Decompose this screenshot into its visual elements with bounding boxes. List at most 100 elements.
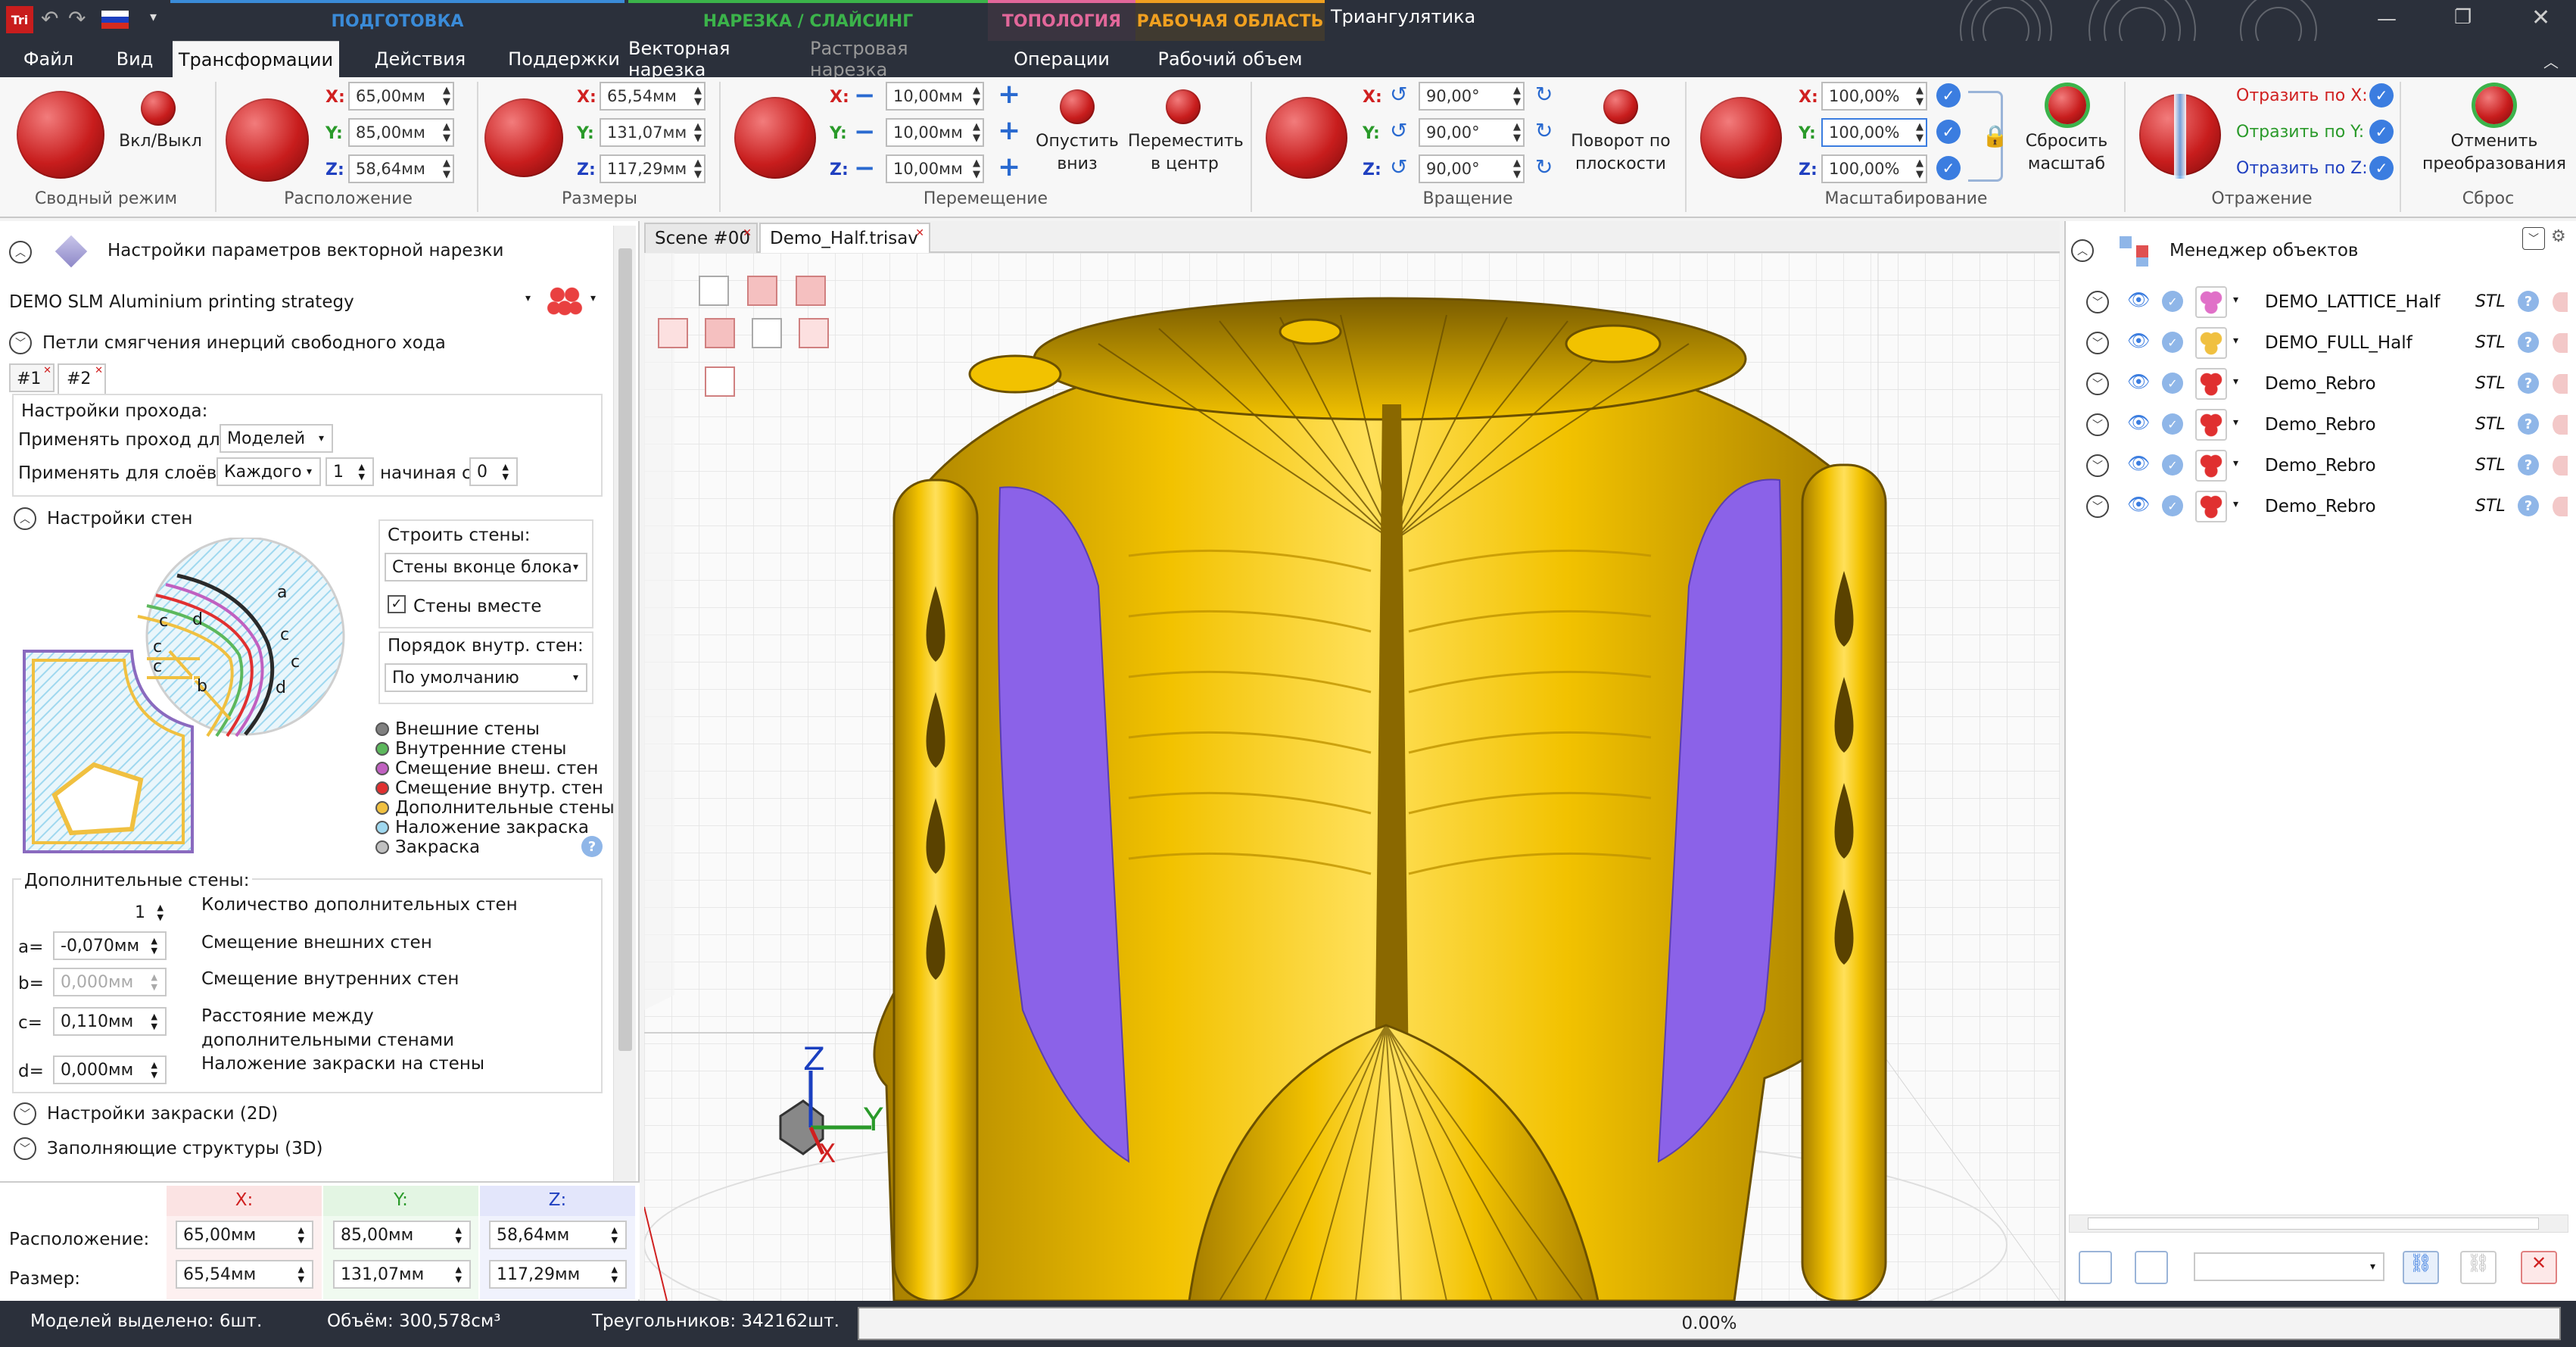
object-row[interactable]: ﹀ 👁 ✓ ▾ Demo_Rebro STL? [2074, 489, 2568, 527]
redo-icon[interactable]: ↷ [68, 6, 86, 31]
close-tab-icon[interactable]: ✕ [915, 227, 924, 239]
fill-3d-label[interactable]: Заполняющие структуры (3D) [47, 1139, 322, 1158]
language-flag-icon[interactable] [101, 11, 129, 29]
cancel-transformations-button[interactable]: Отменить преобразования [2415, 130, 2574, 176]
position-z-input[interactable]: 58,64мм ▲ ▼ [348, 154, 454, 183]
rotate-y-ccw-icon[interactable]: ↺ [1390, 118, 1407, 143]
menu-transforms[interactable]: Трансформации [173, 41, 339, 77]
object-expand-icon[interactable]: ﹀ [2086, 454, 2109, 477]
view-cube-bottom[interactable] [705, 366, 735, 397]
table-pos-x-input[interactable]: 65,00мм ▲ ▼ [176, 1221, 313, 1249]
view-cube-back[interactable] [705, 318, 735, 348]
menu-actions[interactable]: Действия [348, 41, 492, 77]
scale-x-lock-check-icon[interactable]: ✓ [1936, 83, 1961, 108]
inner-offset-input[interactable]: 0,000мм ▲ ▼ [53, 968, 167, 996]
object-expand-icon[interactable]: ﹀ [2086, 495, 2109, 518]
scale-z-lock-check-icon[interactable]: ✓ [1936, 156, 1961, 180]
object-remove-icon[interactable] [2553, 333, 2568, 353]
object-filter-select[interactable]: ▾ [2194, 1252, 2384, 1281]
visibility-eye-icon[interactable]: 👁 [2127, 371, 2150, 392]
menu-file[interactable]: Файл [0, 41, 97, 77]
rotate-z-input[interactable]: 90,00° ▲ ▼ [1419, 154, 1525, 183]
cancel-transform-icon[interactable] [2475, 86, 2513, 124]
strategy-select[interactable]: DEMO SLM Aluminium printing strategy [9, 292, 539, 312]
close-icon[interactable]: ✕ [2531, 5, 2550, 31]
unlink-objects-icon[interactable]: ⛓ [2460, 1251, 2497, 1284]
visibility-eye-icon[interactable]: 👁 [2127, 453, 2150, 474]
section-inertia-collapse-icon[interactable]: ﹀ [9, 332, 32, 354]
object-row[interactable]: ﹀ 👁 ✓ ▾ Demo_Rebro STL? [2074, 366, 2568, 404]
rotate-by-plane-button[interactable]: Поворот по плоскости [1564, 130, 1677, 176]
object-remove-icon[interactable] [2553, 374, 2568, 394]
object-help-icon[interactable]: ? [2518, 373, 2539, 394]
object-help-icon[interactable]: ? [2518, 454, 2539, 476]
move-y-step-input[interactable]: 10,00мм ▲ ▼ [886, 118, 984, 147]
scale-y-input[interactable]: 100,00% ▲ ▼ [1821, 118, 1927, 147]
object-remove-icon[interactable] [2553, 292, 2568, 312]
mirror-x-check-icon[interactable]: ✓ [2369, 83, 2394, 108]
3d-viewport[interactable]: Z Y X [643, 252, 2060, 1347]
view-cube-left[interactable] [658, 318, 688, 348]
size-x-input[interactable]: 65,54мм ▲ ▼ [600, 82, 706, 111]
toggle-mode-icon[interactable] [141, 91, 176, 126]
legend-help-icon[interactable]: ? [581, 836, 603, 857]
object-expand-icon[interactable]: ﹀ [2086, 413, 2109, 436]
visibility-eye-icon[interactable]: 👁 [2127, 330, 2150, 351]
rotate-x-cw-icon[interactable]: ↻ [1535, 82, 1553, 107]
object-name[interactable]: Demo_Rebro [2265, 497, 2376, 516]
object-material-icon[interactable] [2195, 409, 2227, 441]
pass-tab-2[interactable]: #2 ✕ [58, 363, 106, 394]
rotate-y-input[interactable]: 90,00° ▲ ▼ [1419, 118, 1525, 147]
fill-2d-collapse-icon[interactable]: ﹀ [14, 1102, 36, 1125]
panel-collapse-icon[interactable]: ︿ [9, 241, 32, 263]
object-remove-icon[interactable] [2553, 456, 2568, 476]
reset-scale-button[interactable]: Сбросить масштаб [2014, 130, 2120, 176]
rotate-z-cw-icon[interactable]: ↻ [1535, 154, 1553, 179]
move-y-minus-icon[interactable]: − [854, 117, 876, 147]
strategy-menu-icon[interactable]: ▾ [590, 292, 596, 304]
object-help-icon[interactable]: ? [2518, 413, 2539, 435]
fill-3d-collapse-icon[interactable]: ﹀ [14, 1137, 36, 1160]
axis-gizmo[interactable]: Z Y X [750, 1040, 886, 1177]
context-tab-workarea[interactable]: РАБОЧАЯ ОБЛАСТЬ [1135, 0, 1325, 41]
object-enabled-check-icon[interactable]: ✓ [2162, 373, 2183, 394]
object-material-icon[interactable] [2195, 327, 2227, 359]
object-material-dropdown-icon[interactable]: ▾ [2233, 498, 2238, 510]
context-tab-slicing[interactable]: НАРЕЗКА / СЛАЙСИНГ [628, 0, 988, 41]
select-bounds-icon[interactable] [2135, 1251, 2168, 1284]
object-enabled-check-icon[interactable]: ✓ [2162, 332, 2183, 353]
object-name[interactable]: DEMO_LATTICE_Half [2265, 292, 2440, 312]
toggle-mode-button[interactable]: Вкл/Выкл [115, 130, 206, 153]
move-z-plus-icon[interactable]: + [998, 151, 1020, 182]
object-expand-icon[interactable]: ﹀ [2086, 332, 2109, 354]
fill-2d-label[interactable]: Настройки закраски (2D) [47, 1104, 278, 1124]
object-name[interactable]: Demo_Rebro [2265, 415, 2376, 435]
object-material-icon[interactable] [2195, 368, 2227, 400]
context-tab-topology[interactable]: ТОПОЛОГИЯ [988, 0, 1135, 41]
drop-down-button[interactable]: Опустить вниз [1029, 130, 1125, 176]
proportional-lock-icon[interactable]: 🔒 [1968, 91, 2008, 182]
tab-scene[interactable]: Scene #00 ✕ [644, 223, 758, 253]
object-name[interactable]: DEMO_FULL_Half [2265, 333, 2412, 353]
table-size-x-input[interactable]: 65,54мм ▲ ▼ [176, 1260, 313, 1289]
extra-count-input[interactable]: 1 ▲ ▼ [121, 898, 168, 927]
visibility-eye-icon[interactable]: 👁 [2127, 289, 2150, 310]
object-enabled-check-icon[interactable]: ✓ [2162, 291, 2183, 312]
rotate-y-cw-icon[interactable]: ↻ [1535, 118, 1553, 143]
object-material-icon[interactable] [2195, 491, 2227, 522]
scale-x-input[interactable]: 100,00% ▲ ▼ [1821, 82, 1927, 111]
apply-pass-select[interactable]: Моделей ▾ [220, 424, 333, 453]
move-x-plus-icon[interactable]: + [998, 79, 1020, 110]
table-size-z-input[interactable]: 117,29мм ▲ ▼ [489, 1260, 627, 1289]
object-material-icon[interactable] [2195, 450, 2227, 482]
move-y-plus-icon[interactable]: + [998, 115, 1020, 146]
link-objects-icon[interactable]: ⛓ [2403, 1251, 2439, 1284]
object-expand-icon[interactable]: ﹀ [2086, 373, 2109, 395]
view-cube-front[interactable] [747, 276, 777, 306]
tab-demo-half[interactable]: Demo_Half.trisav ✕ [759, 223, 930, 253]
apply-layers-select[interactable]: Каждого ▾ [216, 457, 321, 486]
object-name[interactable]: Demo_Rebro [2265, 374, 2376, 394]
view-cube-iso-2[interactable] [799, 318, 829, 348]
pass-tab-1[interactable]: #1 ✕ [9, 363, 55, 392]
move-z-minus-icon[interactable]: − [854, 153, 876, 183]
